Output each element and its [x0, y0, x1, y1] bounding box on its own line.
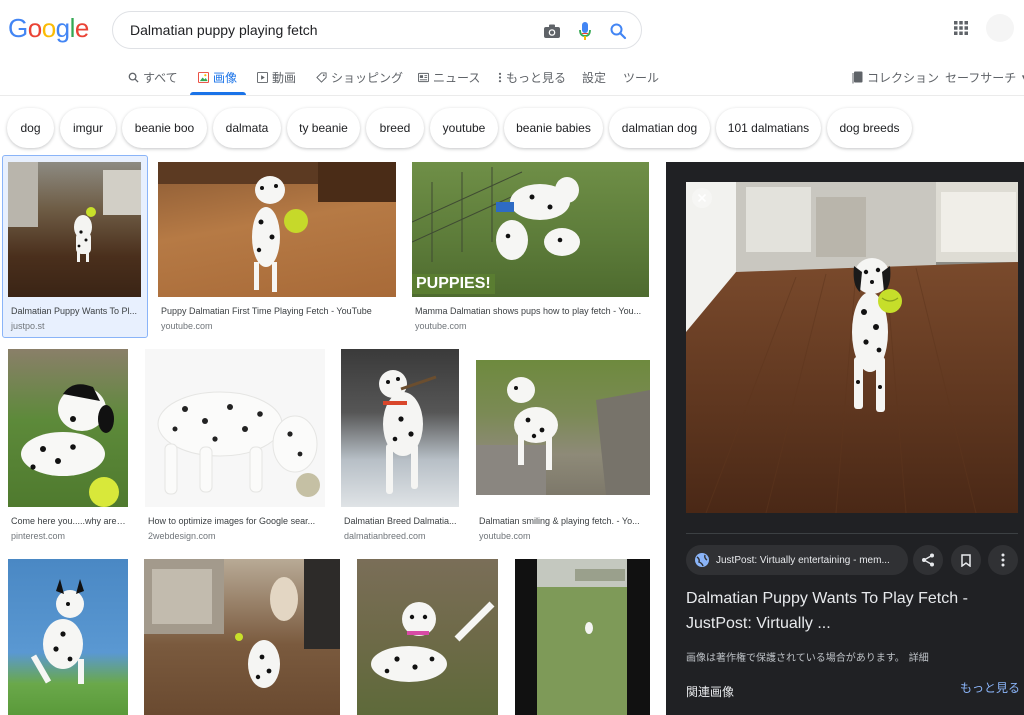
related-search-chips: dog imgur beanie boo dalmata ty beanie b… [0, 108, 1024, 150]
result-site: youtube.com [161, 321, 213, 331]
save-to-collection-button[interactable] [951, 545, 981, 575]
see-more-link[interactable]: もっと見る [960, 679, 1020, 696]
tab-settings[interactable]: 設定 [582, 69, 606, 86]
chip-ty-beanie[interactable]: ty beanie [287, 108, 360, 148]
panel-divider [686, 533, 1018, 534]
puppies-overlay-label: PUPPIES! [412, 274, 495, 294]
chip-imgur[interactable]: imgur [60, 108, 116, 148]
collections-button[interactable]: コレクション [852, 69, 939, 86]
preview-image[interactable] [686, 182, 1018, 513]
details-link[interactable]: 詳細 [909, 653, 929, 664]
result-thumbnail[interactable] [8, 349, 128, 507]
tab-shopping[interactable]: ショッピング [316, 69, 403, 86]
result-thumbnail[interactable] [158, 162, 396, 297]
result-site: 2webdesign.com [148, 531, 216, 541]
chip-youtube[interactable]: youtube [430, 108, 498, 148]
tab-more[interactable]: もっと見る [498, 69, 566, 86]
dropdown-arrow-icon: ▼ [1020, 73, 1024, 82]
close-icon [697, 193, 707, 203]
chip-dalmata[interactable]: dalmata [213, 108, 281, 148]
active-tab-indicator [190, 92, 246, 95]
safesearch-dropdown[interactable]: セーフサーチ ▼ [945, 69, 1024, 86]
tab-tools[interactable]: ツール [623, 69, 659, 86]
result-thumbnail[interactable] [145, 349, 325, 507]
news-icon [418, 72, 429, 83]
google-logo[interactable]: Google [8, 13, 89, 44]
more-options-button[interactable] [988, 545, 1018, 575]
result-site: youtube.com [479, 531, 531, 541]
image-icon [198, 72, 209, 83]
mic-icon[interactable] [574, 20, 596, 42]
more-vert-icon [498, 72, 502, 83]
apps-grid-icon[interactable] [953, 20, 973, 40]
header: Google Dalmatian puppy playing fetch [0, 0, 1024, 60]
avatar[interactable] [986, 14, 1014, 42]
search-tabs: すべて 画像 動画 ショッピング ニュース もっと見る 設定 ツール コレクショ… [0, 60, 1024, 96]
chip-dog[interactable]: dog [7, 108, 54, 148]
image-preview-panel: JustPost: Virtually entertaining - mem..… [666, 162, 1024, 715]
result-thumbnail[interactable] [341, 349, 459, 507]
search-icon[interactable] [607, 20, 629, 42]
tab-all[interactable]: すべて [128, 69, 178, 86]
share-icon [922, 553, 934, 567]
chip-101-dalmatians[interactable]: 101 dalmatians [716, 108, 821, 148]
result-thumbnail[interactable] [144, 559, 340, 715]
bookmark-icon [961, 553, 971, 567]
video-icon [257, 72, 268, 83]
result-title[interactable]: Puppy Dalmatian First Time Playing Fetch… [161, 306, 391, 316]
tab-news[interactable]: ニュース [418, 69, 480, 86]
share-button[interactable] [913, 545, 943, 575]
chip-dalmatian-dog[interactable]: dalmatian dog [609, 108, 710, 148]
result-thumbnail[interactable]: PUPPIES! [412, 162, 649, 297]
result-title[interactable]: Mamma Dalmatian shows pups how to play f… [415, 306, 645, 316]
result-title[interactable]: Come here you.....why are ... [11, 516, 126, 526]
tag-icon [316, 72, 327, 83]
copyright-notice: 画像は著作権で保護されている場合があります。 詳細 [686, 653, 929, 664]
result-site: justpo.st [11, 321, 45, 331]
result-title[interactable]: Dalmatian Breed Dalmatia... [344, 516, 457, 526]
bookmark-collection-icon [852, 71, 863, 84]
source-link[interactable]: JustPost: Virtually entertaining - mem..… [686, 545, 908, 575]
tab-videos[interactable]: 動画 [257, 69, 296, 86]
more-vert-icon [1001, 553, 1005, 567]
chip-beanie-babies[interactable]: beanie babies [504, 108, 603, 148]
result-thumbnail[interactable] [476, 360, 650, 495]
related-images-heading: 関連画像 [686, 685, 735, 699]
tab-images[interactable]: 画像 [198, 69, 237, 86]
chip-breed[interactable]: breed [366, 108, 424, 148]
source-title: JustPost: Virtually entertaining - mem..… [716, 554, 890, 566]
result-thumbnail[interactable] [357, 559, 498, 715]
result-thumbnail[interactable] [515, 559, 650, 715]
result-site: dalmatianbreed.com [344, 531, 426, 541]
preview-title[interactable]: Dalmatian Puppy Wants To Play Fetch - Ju… [686, 586, 1006, 636]
globe-icon [695, 553, 709, 567]
close-preview-button[interactable] [692, 188, 712, 208]
result-title[interactable]: Dalmatian smiling & playing fetch. - Yo.… [479, 516, 647, 526]
chip-beanie-boo[interactable]: beanie boo [122, 108, 207, 148]
result-site: pinterest.com [11, 531, 66, 541]
result-title[interactable]: How to optimize images for Google sear..… [148, 516, 320, 526]
result-site: youtube.com [415, 321, 467, 331]
camera-icon[interactable] [541, 20, 563, 42]
result-thumbnail[interactable] [8, 559, 128, 715]
search-input[interactable]: Dalmatian puppy playing fetch [130, 22, 318, 38]
result-title[interactable]: Dalmatian Puppy Wants To Pl... [11, 306, 139, 316]
result-thumbnail[interactable] [8, 162, 141, 297]
search-box[interactable]: Dalmatian puppy playing fetch [112, 11, 642, 49]
search-icon [128, 72, 139, 83]
chip-dog-breeds[interactable]: dog breeds [827, 108, 912, 148]
